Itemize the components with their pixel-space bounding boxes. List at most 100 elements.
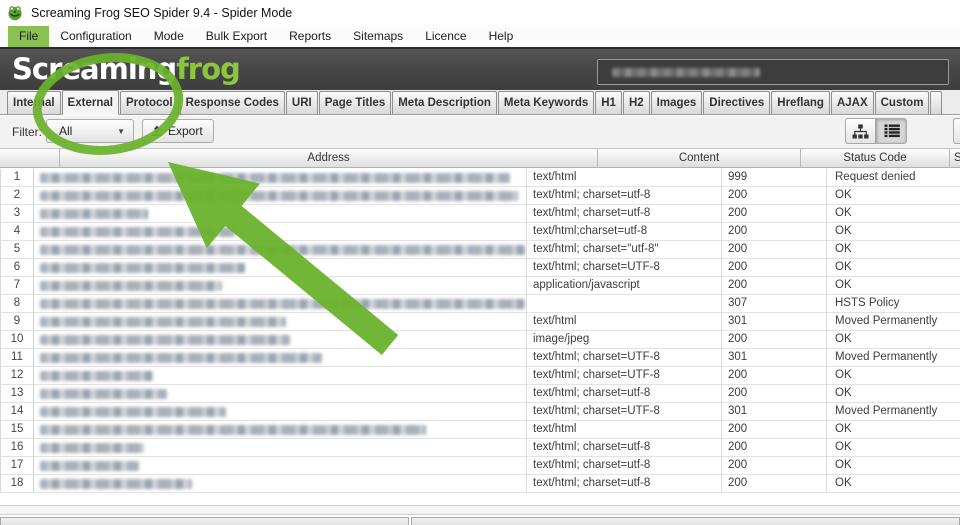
redacted-address-text bbox=[40, 191, 518, 201]
table-row[interactable]: 13 text/html; charset=utf-8 200 OK bbox=[0, 385, 960, 403]
tree-view-button[interactable] bbox=[845, 118, 876, 144]
row-number: 14 bbox=[0, 403, 34, 420]
address-cell bbox=[34, 331, 527, 348]
menu-item-file[interactable]: File bbox=[8, 26, 49, 47]
address-cell bbox=[34, 421, 527, 438]
table-row[interactable]: 1 text/html 999 Request denied bbox=[0, 169, 960, 187]
bottom-detail-pane-header bbox=[0, 517, 960, 525]
column-header-address[interactable]: Address bbox=[60, 149, 598, 167]
table-row[interactable]: 14 text/html; charset=UTF-8 301 Moved Pe… bbox=[0, 403, 960, 421]
tab-directives[interactable]: Directives bbox=[703, 91, 770, 114]
content-type-cell: text/html bbox=[527, 169, 722, 186]
redacted-address-text bbox=[40, 443, 144, 453]
table-row[interactable]: 6 text/html; charset=UTF-8 200 OK bbox=[0, 259, 960, 277]
table-row[interactable]: 15 text/html 200 OK bbox=[0, 421, 960, 439]
table-row[interactable]: 9 text/html 301 Moved Permanently bbox=[0, 313, 960, 331]
table-row[interactable]: 8 307 HSTS Policy bbox=[0, 295, 960, 313]
table-row[interactable]: 11 text/html; charset=UTF-8 301 Moved Pe… bbox=[0, 349, 960, 367]
content-type-cell: text/html; charset=utf-8 bbox=[527, 475, 722, 492]
row-number: 4 bbox=[0, 223, 34, 240]
status-code-cell: 301 bbox=[722, 313, 827, 330]
row-number: 1 bbox=[0, 169, 34, 186]
row-number: 5 bbox=[0, 241, 34, 258]
menu-item-help[interactable]: Help bbox=[478, 26, 525, 47]
filter-dropdown[interactable]: All ▼ bbox=[46, 119, 134, 143]
address-cell bbox=[34, 205, 527, 222]
tab-meta-keywords[interactable]: Meta Keywords bbox=[498, 91, 594, 114]
menu-item-configuration[interactable]: Configuration bbox=[49, 26, 142, 47]
menu-item-bulk-export[interactable]: Bulk Export bbox=[195, 26, 278, 47]
crawl-url-input[interactable] bbox=[597, 59, 949, 85]
redacted-address-text bbox=[40, 461, 139, 471]
window-title-bar: Screaming Frog SEO Spider 9.4 - Spider M… bbox=[0, 0, 960, 26]
logo-word-screaming: Screaming bbox=[12, 52, 176, 86]
content-type-cell: text/html; charset=utf-8 bbox=[527, 187, 722, 204]
status-cell: OK bbox=[827, 331, 960, 348]
address-cell bbox=[34, 475, 527, 492]
table-row[interactable]: 17 text/html; charset=utf-8 200 OK bbox=[0, 457, 960, 475]
table-row[interactable]: 10 image/jpeg 200 OK bbox=[0, 331, 960, 349]
bottom-left-panel[interactable] bbox=[0, 517, 409, 525]
status-cell: Moved Permanently bbox=[827, 349, 960, 366]
menu-item-licence[interactable]: Licence bbox=[414, 26, 477, 47]
export-button[interactable]: Export bbox=[142, 119, 214, 143]
tab-external[interactable]: External bbox=[62, 90, 119, 115]
view-toggle-group bbox=[845, 118, 907, 144]
column-header-status-code[interactable]: Status Code bbox=[801, 149, 950, 167]
tab-hreflang[interactable]: Hreflang bbox=[771, 91, 830, 114]
address-cell bbox=[34, 277, 527, 294]
content-type-cell: text/html bbox=[527, 313, 722, 330]
tab-uri[interactable]: URI bbox=[286, 91, 318, 114]
tab-clipped-sliver[interactable] bbox=[930, 91, 942, 114]
status-code-cell: 200 bbox=[722, 259, 827, 276]
table-row[interactable]: 16 text/html; charset=utf-8 200 OK bbox=[0, 439, 960, 457]
status-cell: OK bbox=[827, 187, 960, 204]
redacted-address-text bbox=[40, 479, 192, 489]
table-row[interactable]: 18 text/html; charset=utf-8 200 OK bbox=[0, 475, 960, 493]
status-cell: OK bbox=[827, 421, 960, 438]
menu-item-sitemaps[interactable]: Sitemaps bbox=[342, 26, 414, 47]
row-number: 10 bbox=[0, 331, 34, 348]
redacted-address-text bbox=[40, 335, 290, 345]
redacted-address-text bbox=[40, 371, 153, 381]
chevron-down-icon: ▼ bbox=[117, 127, 125, 136]
table-row[interactable]: 7 application/javascript 200 OK bbox=[0, 277, 960, 295]
table-row[interactable]: 12 text/html; charset=UTF-8 200 OK bbox=[0, 367, 960, 385]
tab-images[interactable]: Images bbox=[651, 91, 703, 114]
menu-item-reports[interactable]: Reports bbox=[278, 26, 342, 47]
clipped-toolbar-button[interactable] bbox=[953, 118, 960, 144]
list-view-icon bbox=[884, 124, 900, 138]
tab-protocol[interactable]: Protocol bbox=[120, 91, 179, 114]
table-row[interactable]: 4 text/html;charset=utf-8 200 OK bbox=[0, 223, 960, 241]
column-header-content[interactable]: Content bbox=[598, 149, 801, 167]
table-row[interactable]: 2 text/html; charset=utf-8 200 OK bbox=[0, 187, 960, 205]
sitemap-tree-icon bbox=[852, 124, 869, 139]
content-type-cell: text/html; charset=UTF-8 bbox=[527, 403, 722, 420]
filter-dropdown-value: All bbox=[59, 124, 117, 138]
tab-internal[interactable]: Internal bbox=[7, 91, 61, 114]
tab-meta-description[interactable]: Meta Description bbox=[392, 91, 497, 114]
frog-app-icon bbox=[7, 5, 23, 21]
tab-h2[interactable]: H2 bbox=[623, 91, 650, 114]
tab-page-titles[interactable]: Page Titles bbox=[319, 91, 392, 114]
table-row[interactable]: 5 text/html; charset="utf-8" 200 OK bbox=[0, 241, 960, 259]
tab-custom[interactable]: Custom bbox=[875, 91, 930, 114]
status-code-cell: 200 bbox=[722, 421, 827, 438]
bottom-right-panel[interactable] bbox=[411, 517, 960, 525]
list-view-button[interactable] bbox=[876, 118, 907, 144]
status-code-cell: 307 bbox=[722, 295, 827, 312]
column-header-status[interactable]: Status bbox=[950, 149, 960, 167]
address-cell bbox=[34, 295, 527, 312]
column-header-rownum[interactable] bbox=[0, 149, 60, 167]
status-code-cell: 200 bbox=[722, 331, 827, 348]
row-number: 2 bbox=[0, 187, 34, 204]
tab-response-codes[interactable]: Response Codes bbox=[180, 91, 285, 114]
row-number: 13 bbox=[0, 385, 34, 402]
redacted-address-text bbox=[40, 245, 526, 255]
status-cell: OK bbox=[827, 367, 960, 384]
status-cell: Request denied bbox=[827, 169, 960, 186]
table-row[interactable]: 3 text/html; charset=utf-8 200 OK bbox=[0, 205, 960, 223]
tab-h1[interactable]: H1 bbox=[595, 91, 622, 114]
menu-item-mode[interactable]: Mode bbox=[143, 26, 195, 47]
tab-ajax[interactable]: AJAX bbox=[831, 91, 874, 114]
